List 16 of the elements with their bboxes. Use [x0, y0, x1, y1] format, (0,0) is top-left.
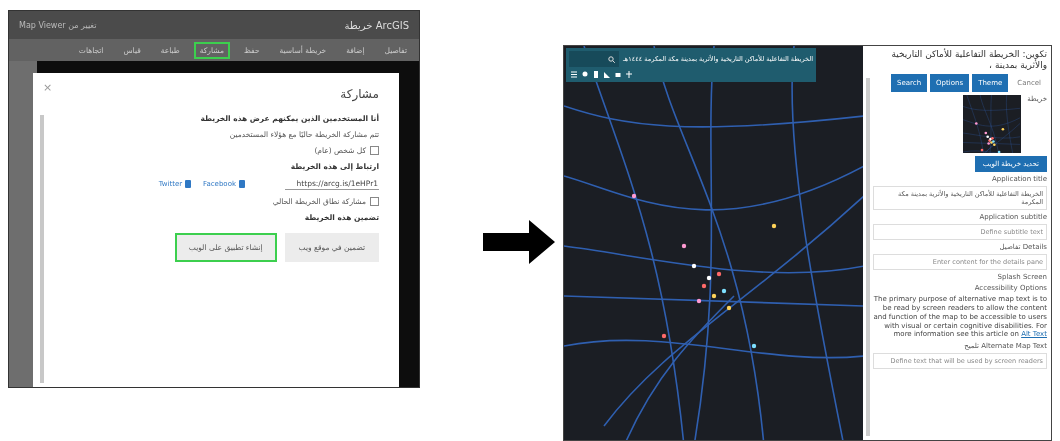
right-arrow-icon [483, 220, 555, 264]
dialog-title: مشاركة [340, 87, 379, 101]
checkbox[interactable] [370, 197, 379, 206]
search-icon [607, 55, 615, 63]
close-button[interactable]: × [43, 81, 53, 94]
share-icon [239, 180, 245, 188]
locate-icon[interactable] [626, 71, 632, 78]
panel-title: تكوين: الخريطة التفاعلية للأماكن التاريخية والأثرية بمدينة ، [890, 49, 1047, 71]
document-icon[interactable] [593, 71, 599, 78]
list-icon[interactable] [571, 71, 577, 78]
app-title: ArcGIS خريطة [344, 19, 409, 31]
search-field[interactable] [569, 51, 619, 67]
header-link[interactable]: تغيير من Map Viewer [19, 20, 97, 30]
share-icon [185, 180, 192, 188]
map-thumbnail [963, 94, 1022, 153]
checkbox[interactable] [370, 146, 379, 155]
